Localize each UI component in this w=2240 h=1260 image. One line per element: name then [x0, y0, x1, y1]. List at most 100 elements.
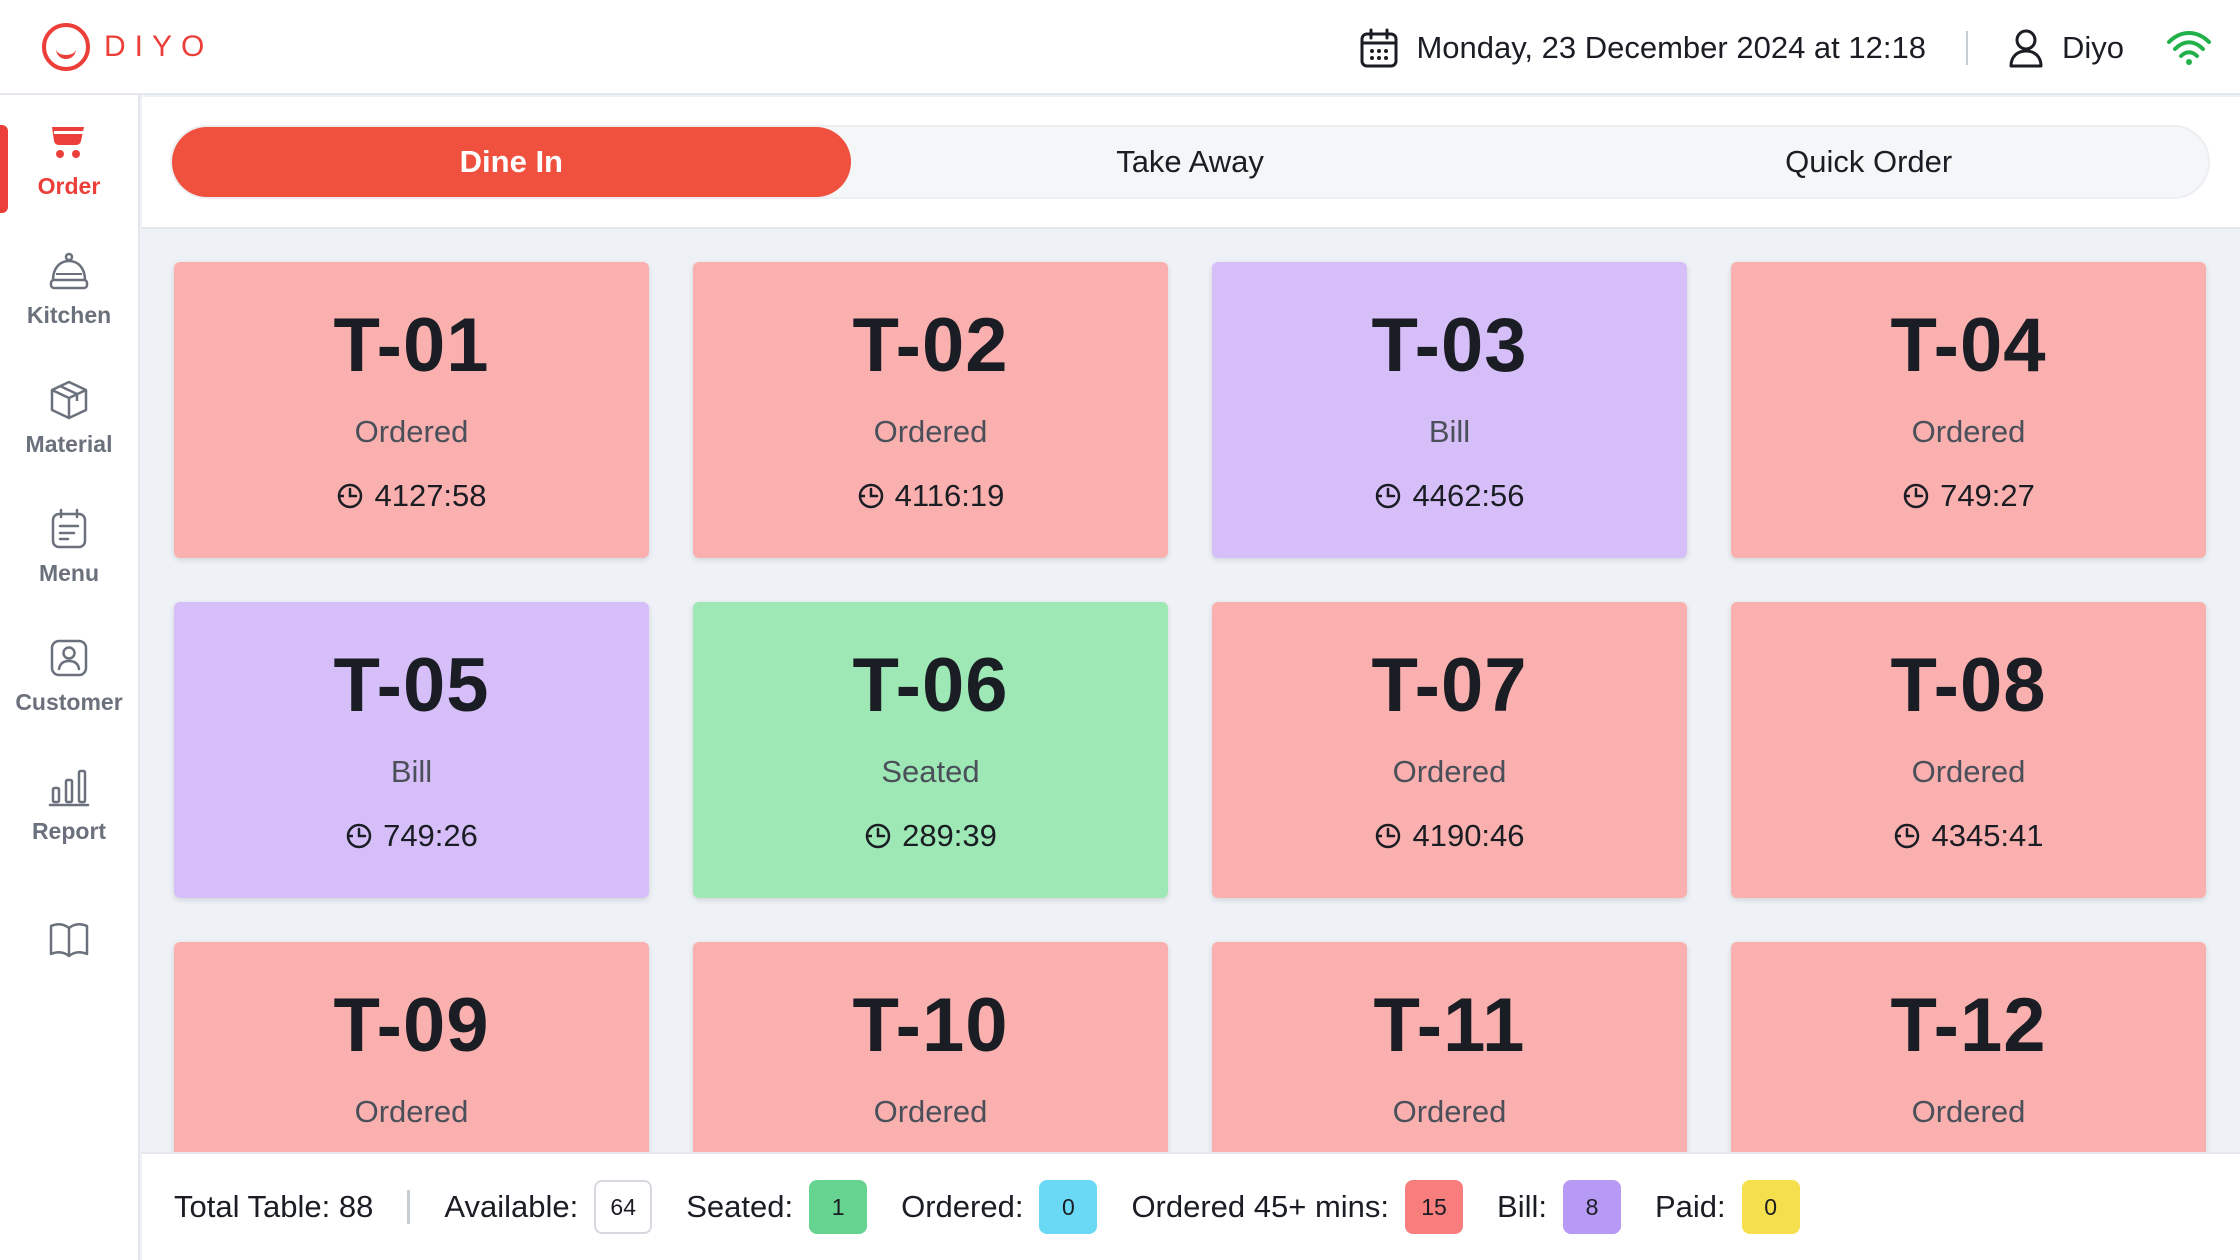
table-status: Ordered	[354, 1094, 469, 1129]
menu-icon	[51, 508, 87, 548]
calendar-icon	[1360, 28, 1398, 67]
table-name: T-02	[852, 303, 1009, 388]
username[interactable]: Diyo	[2062, 30, 2124, 66]
stat-label: Paid:	[1655, 1189, 1726, 1224]
table-name: T-12	[1890, 983, 2047, 1068]
timer-value: 749:26	[383, 818, 478, 853]
table-status: Ordered	[873, 1094, 988, 1129]
timer-value: 4190:46	[1412, 818, 1525, 853]
timer-value: 4462:56	[1412, 478, 1525, 513]
stat-paid: Paid: 0	[1655, 1180, 1800, 1234]
clock-icon	[864, 822, 902, 850]
timer-value: 289:39	[902, 818, 997, 853]
table-name: T-07	[1371, 643, 1528, 728]
diyo-logo: DIYO	[42, 22, 213, 72]
table-card[interactable]: T-11 Ordered	[1212, 942, 1687, 1152]
logo-text: DIYO	[104, 30, 214, 63]
sidebar-item-order[interactable]: Order	[0, 95, 138, 225]
table-card[interactable]: T-04 Ordered 749:27	[1731, 262, 2206, 558]
sidebar-item-report[interactable]: Report	[0, 740, 138, 870]
stat-badge: 15	[1405, 1180, 1464, 1234]
sidebar-item-label: Report	[31, 817, 107, 844]
table-name: T-03	[1371, 303, 1528, 388]
timer-value: 4127:58	[374, 478, 487, 513]
table-status: Ordered	[1911, 1094, 2026, 1129]
header-divider	[1965, 30, 1968, 65]
stat-seated: Seated: 1	[686, 1180, 868, 1234]
tab-take-away[interactable]: Take Away	[851, 127, 1530, 197]
table-timer: 749:27	[1902, 478, 2035, 514]
user-icon[interactable]	[2008, 28, 2044, 68]
clock-icon	[1902, 482, 1940, 510]
table-card[interactable]: T-05 Bill 749:26	[174, 602, 649, 898]
sidebar-item-kitchen[interactable]: Kitchen	[0, 224, 138, 354]
table-card[interactable]: T-03 Bill 4462:56	[1212, 262, 1687, 558]
table-timer: 289:39	[864, 818, 997, 854]
stat-label: Available:	[444, 1189, 579, 1224]
header-right: Monday, 23 December 2024 at 12:18 Diyo	[1360, 0, 2212, 95]
table-status: Ordered	[1911, 754, 2026, 789]
sidebar-item-label: Menu	[38, 559, 100, 586]
wifi-icon	[2167, 30, 2211, 65]
table-card[interactable]: T-08 Ordered 4345:41	[1731, 602, 2206, 898]
stat-badge: 0	[1741, 1180, 1800, 1234]
table-card[interactable]: T-06 Seated 289:39	[693, 602, 1168, 898]
table-timer: 4190:46	[1374, 818, 1525, 854]
stat-ordered: Ordered: 0	[901, 1180, 1098, 1234]
stat-label: Ordered:	[901, 1189, 1024, 1224]
stat-ordered-45-mins: Ordered 45+ mins: 15	[1131, 1180, 1464, 1234]
sidebar-item-label: Kitchen	[26, 301, 112, 328]
table-card[interactable]: T-12 Ordered	[1731, 942, 2206, 1152]
stat-label: Seated:	[686, 1189, 794, 1224]
clock-icon	[1893, 822, 1931, 850]
stat-label: Ordered 45+ mins:	[1131, 1189, 1390, 1224]
cloche-icon	[49, 252, 89, 289]
stat-bill: Bill: 8	[1497, 1180, 1621, 1234]
table-status: Ordered	[1392, 1094, 1507, 1129]
sidebar-item-customer[interactable]: Customer	[0, 611, 138, 741]
table-status: Bill	[1428, 414, 1471, 449]
book-icon	[49, 923, 89, 958]
timer-value: 4345:41	[1931, 818, 2044, 853]
table-card[interactable]: T-09 Ordered	[174, 942, 649, 1152]
order-type-tabs: Dine In Take Away Quick Order	[170, 125, 2210, 199]
stat-available: Available: 64	[444, 1180, 653, 1234]
clock-icon	[1374, 482, 1412, 510]
current-datetime: Monday, 23 December 2024 at 12:18	[1416, 29, 1926, 65]
sidebar-item-menu[interactable]: Menu	[0, 482, 138, 612]
table-status: Bill	[390, 754, 433, 789]
table-name: T-08	[1890, 643, 2047, 728]
clock-icon	[336, 482, 374, 510]
table-status: Ordered	[1911, 414, 2026, 449]
sidebar-item-label: Material	[25, 430, 113, 457]
table-status: Ordered	[354, 414, 469, 449]
table-name: T-11	[1373, 983, 1526, 1068]
table-timer: 749:26	[345, 818, 478, 854]
customer-icon	[50, 639, 88, 676]
logo-mark	[42, 23, 90, 71]
table-name: T-06	[852, 643, 1009, 728]
clock-icon	[857, 482, 895, 510]
sidebar-item-book[interactable]	[0, 869, 138, 999]
clock-icon	[345, 822, 383, 850]
stat-badge: 1	[809, 1180, 868, 1234]
sidebar-item-material[interactable]: Material	[0, 353, 138, 483]
table-timer: 4462:56	[1374, 478, 1525, 514]
tab-quick-order[interactable]: Quick Order	[1529, 127, 2208, 197]
table-card[interactable]: T-02 Ordered 4116:19	[693, 262, 1168, 558]
table-name: T-05	[333, 643, 490, 728]
table-card[interactable]: T-10 Ordered	[693, 942, 1168, 1152]
stat-label: Bill:	[1497, 1189, 1547, 1224]
table-status: Ordered	[873, 414, 988, 449]
stat-badge: 0	[1039, 1180, 1098, 1234]
table-grid: T-01 Ordered 4127:58 T-02 Ordered 4116:19 T-03…	[142, 231, 2240, 1152]
stat-badge: 8	[1563, 1180, 1621, 1234]
table-card[interactable]: T-07 Ordered 4190:46	[1212, 602, 1687, 898]
table-card[interactable]: T-01 Ordered 4127:58	[174, 262, 649, 558]
tab-dine-in[interactable]: Dine In	[172, 127, 851, 197]
order-type-bar: Dine In Take Away Quick Order	[142, 97, 2240, 229]
table-name: T-04	[1890, 303, 2047, 388]
table-name: T-09	[333, 983, 490, 1068]
clock-icon	[1374, 822, 1412, 850]
sidebar-item-label: Customer	[15, 688, 123, 715]
